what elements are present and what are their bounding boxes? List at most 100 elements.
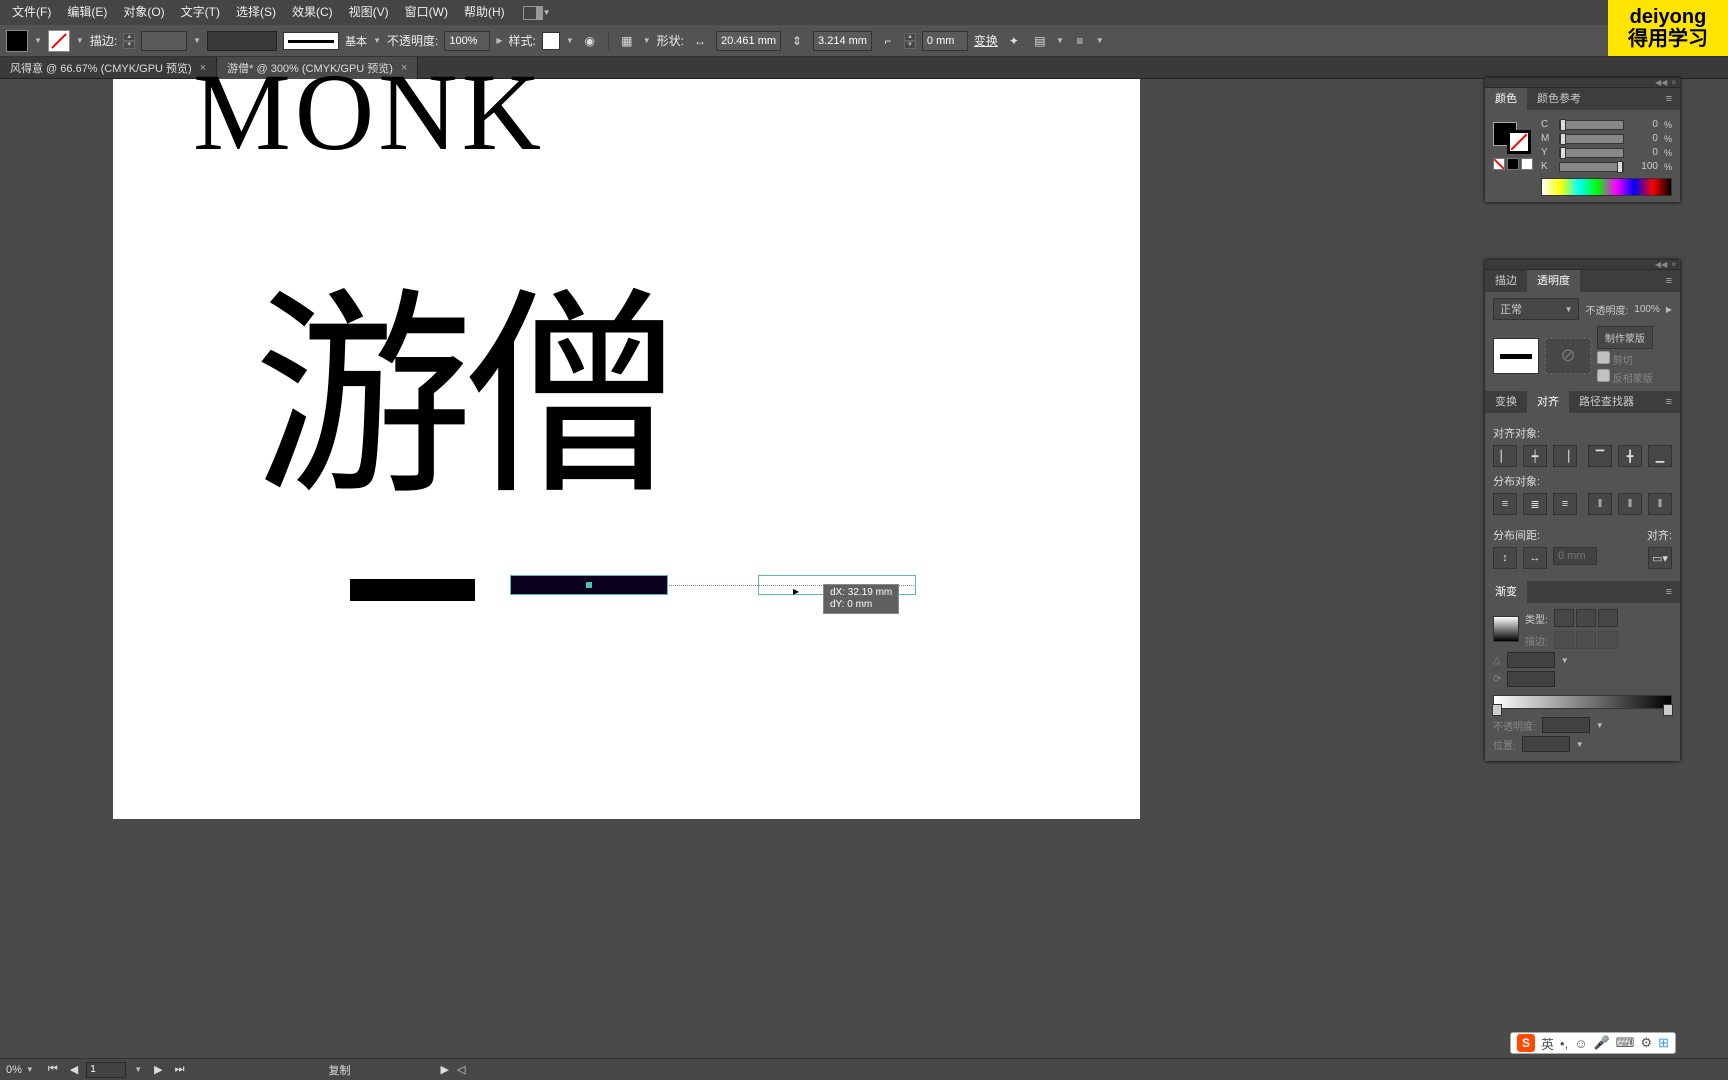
stroke-prof-field[interactable] <box>207 31 277 51</box>
tab-transform[interactable]: 变换 <box>1485 391 1527 413</box>
status-back-icon[interactable]: ◁ <box>457 1063 465 1076</box>
dist-top-icon[interactable]: ≡ <box>1493 493 1517 515</box>
dist-left-icon[interactable]: ‖ <box>1588 493 1612 515</box>
fill-swatch[interactable] <box>6 30 28 52</box>
mask-thumbnail[interactable]: ⊘ <box>1545 338 1591 374</box>
align-top-icon[interactable]: ▔ <box>1588 445 1612 467</box>
isolate-icon[interactable]: ✦ <box>1004 31 1024 51</box>
artboard[interactable]: MONK 游僧 ▸ dX: 32.19 mm dY: 0 mm <box>113 79 1140 819</box>
zoom-value[interactable]: 0% <box>6 1064 22 1076</box>
stroke-swatch[interactable] <box>48 30 70 52</box>
k-value[interactable]: 100 <box>1630 161 1658 172</box>
menu-effect[interactable]: 效果(C) <box>284 0 341 25</box>
grad-stop-position[interactable] <box>1522 736 1570 752</box>
stroke-weight-caret[interactable]: ▼ <box>193 36 201 45</box>
align-hcenter-icon[interactable]: ┿ <box>1523 445 1547 467</box>
artboard-dropdown[interactable]: ▼ <box>130 1065 146 1074</box>
panel-menu-icon[interactable]: ≡ <box>1658 396 1680 408</box>
stroke-proxy[interactable] <box>1507 130 1531 154</box>
white-swatch-icon[interactable] <box>1521 158 1533 170</box>
stroke-dropdown[interactable]: ▼ <box>76 36 84 45</box>
fill-stroke-proxy[interactable] <box>1493 116 1531 154</box>
selection-handle[interactable] <box>586 582 592 588</box>
align-to-select[interactable]: ▭▾ <box>1648 547 1672 569</box>
zoom-caret[interactable]: ▼ <box>26 1065 34 1074</box>
first-page-icon[interactable]: ⏮ <box>44 1063 62 1076</box>
clip-checkbox[interactable]: 剪切 <box>1597 351 1653 367</box>
align-right-icon[interactable]: ▕ <box>1553 445 1577 467</box>
canvas-text-cjk[interactable]: 游僧 <box>253 219 673 537</box>
tab-align[interactable]: 对齐 <box>1527 391 1569 413</box>
align-quick-icon[interactable]: ≡ <box>1070 31 1090 51</box>
align-left-icon[interactable]: ▏ <box>1493 445 1517 467</box>
sogou-logo-icon[interactable]: S <box>1517 1034 1535 1052</box>
collapse-icon[interactable]: ◀◀ <box>1655 78 1667 87</box>
canvas-text-monk[interactable]: MONK <box>193 49 545 176</box>
y-slider[interactable] <box>1559 148 1624 158</box>
height-field[interactable]: 3.214 mm <box>813 31 872 51</box>
gradient-ramp[interactable] <box>1493 695 1672 709</box>
dist-vspace-icon[interactable]: ↕ <box>1493 547 1517 569</box>
tab-gradient[interactable]: 渐变 <box>1485 581 1527 603</box>
ime-keyboard-icon[interactable]: ⌨ <box>1616 1035 1635 1051</box>
canvas-rect-1[interactable] <box>350 579 475 601</box>
opacity-field[interactable]: 100% <box>444 31 490 51</box>
grad-aspect-field[interactable] <box>1507 671 1555 687</box>
spectrum-picker[interactable] <box>1541 178 1672 196</box>
align-bottom-icon[interactable]: ▁ <box>1648 445 1672 467</box>
menu-view[interactable]: 视图(V) <box>341 0 397 25</box>
canvas-rect-selected[interactable] <box>510 575 668 595</box>
tab-transparency[interactable]: 透明度 <box>1527 270 1580 292</box>
tab-color[interactable]: 颜色 <box>1485 88 1527 110</box>
corner-stepper[interactable]: ▲▼ <box>904 33 916 49</box>
artboard-number-field[interactable] <box>86 1062 126 1078</box>
grad-angle-field[interactable] <box>1507 652 1555 668</box>
arrange-icon[interactable]: ▤ <box>1030 31 1050 51</box>
panel-menu-icon[interactable]: ≡ <box>1658 93 1680 105</box>
ime-skin-icon[interactable]: ⊞ <box>1658 1035 1669 1051</box>
prev-page-icon[interactable]: ◀ <box>66 1063 82 1076</box>
dist-hspace-icon[interactable]: ↔ <box>1523 547 1547 569</box>
recolor-icon[interactable]: ◉ <box>580 31 600 51</box>
width-field[interactable]: 20.461 mm <box>716 31 781 51</box>
close-icon[interactable]: × <box>1671 78 1676 87</box>
tab-stroke[interactable]: 描边 <box>1485 270 1527 292</box>
ime-face-icon[interactable]: ☺ <box>1574 1036 1587 1051</box>
align-grid-icon[interactable]: ▦ <box>617 31 637 51</box>
close-icon[interactable]: × <box>1671 260 1676 269</box>
style-caret[interactable]: ▼ <box>566 36 574 45</box>
align-vcenter-icon[interactable]: ╋ <box>1618 445 1642 467</box>
menu-help[interactable]: 帮助(H) <box>456 0 513 25</box>
opacity-slider-caret[interactable]: ▶ <box>496 36 502 45</box>
c-value[interactable]: 0 <box>1630 119 1658 130</box>
dist-bottom-icon[interactable]: ≡ <box>1553 493 1577 515</box>
menu-edit[interactable]: 编辑(E) <box>59 0 115 25</box>
grad-stop-opacity[interactable] <box>1542 717 1590 733</box>
fill-dropdown[interactable]: ▼ <box>34 36 42 45</box>
make-mask-button[interactable]: 制作蒙版 <box>1597 326 1653 349</box>
grad-freeform-icon[interactable] <box>1598 609 1618 627</box>
tab-color-guide[interactable]: 颜色参考 <box>1527 88 1591 110</box>
gradient-preview[interactable] <box>1493 616 1519 642</box>
panel-layout-caret[interactable]: ▼ <box>543 8 551 17</box>
stroke-profile-caret[interactable]: ▼ <box>373 36 381 45</box>
panel-menu-icon[interactable]: ≡ <box>1658 586 1680 598</box>
none-swatch-icon[interactable] <box>1493 158 1505 170</box>
menu-select[interactable]: 选择(S) <box>228 0 284 25</box>
link-wh-icon[interactable]: ⇕ <box>787 31 807 51</box>
menu-object[interactable]: 对象(O) <box>115 0 172 25</box>
stroke-weight-stepper[interactable]: ▲▼ <box>123 33 135 49</box>
ime-settings-icon[interactable]: ⚙ <box>1640 1035 1652 1051</box>
status-play-icon[interactable]: ▶ <box>441 1063 449 1076</box>
m-value[interactable]: 0 <box>1630 133 1658 144</box>
panel-menu-icon[interactable]: ≡ <box>1658 275 1680 287</box>
trans-opacity-caret[interactable]: ▶ <box>1666 305 1672 314</box>
graphic-style-swatch[interactable] <box>542 32 560 50</box>
invert-checkbox[interactable]: 反相蒙版 <box>1597 369 1653 385</box>
stroke-weight-field[interactable] <box>141 31 187 51</box>
dist-hcenter-icon[interactable]: ‖ <box>1618 493 1642 515</box>
collapse-icon[interactable]: ◀◀ <box>1655 260 1667 269</box>
menu-file[interactable]: 文件(F) <box>4 0 59 25</box>
corner-field[interactable]: 0 mm <box>922 31 968 51</box>
spacing-field[interactable]: 0 mm <box>1553 547 1597 565</box>
